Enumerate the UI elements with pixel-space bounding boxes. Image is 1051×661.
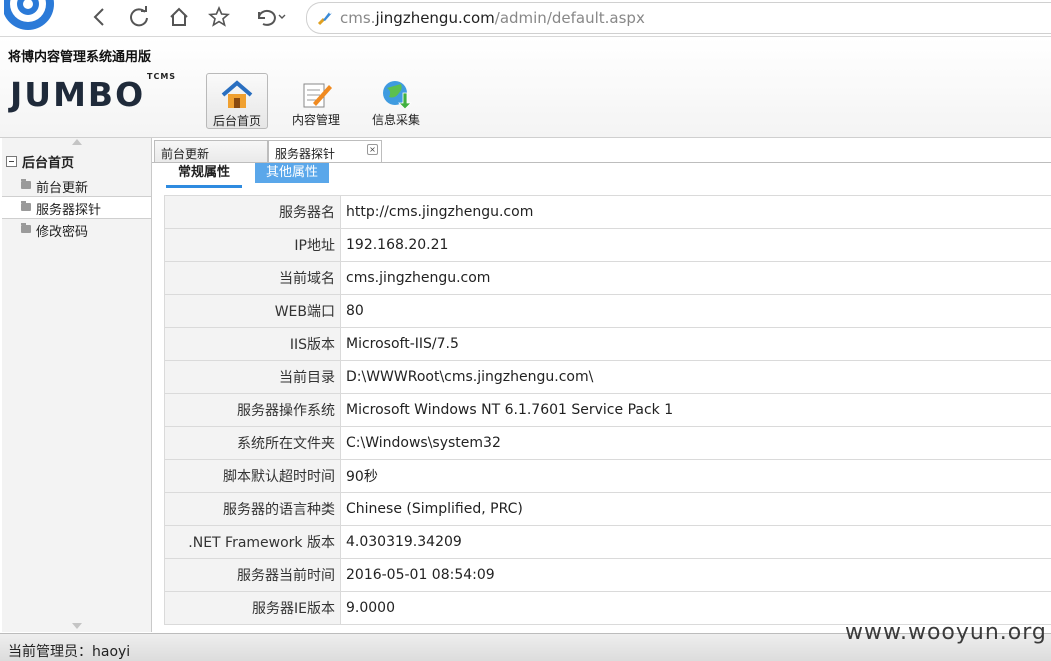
folder-icon: [21, 181, 31, 189]
back-button[interactable]: [86, 4, 112, 30]
property-key: WEB端口: [165, 295, 341, 328]
sidebar-item-server-probe[interactable]: 服务器探针: [2, 196, 151, 219]
table-row: 脚本默认超时时间90秒: [165, 460, 1051, 493]
home-outline-icon: [168, 6, 190, 28]
property-key: 服务器当前时间: [165, 559, 341, 592]
star-icon: [208, 6, 230, 28]
property-value: Microsoft Windows NT 6.1.7601 Service Pa…: [341, 394, 1051, 427]
property-key: 服务器的语言种类: [165, 493, 341, 526]
app-title: 将博内容管理系统通用版: [8, 46, 151, 65]
tab-server-probe[interactable]: 服务器探针 ×: [268, 140, 382, 163]
browser-logo-icon: [4, 0, 66, 34]
scroll-down-arrow-icon[interactable]: [72, 623, 82, 629]
sidebar-item-label: 修改密码: [36, 221, 88, 240]
property-value: Chinese (Simplified, PRC): [341, 493, 1051, 526]
subtab-other[interactable]: 其他属性: [255, 163, 329, 183]
topnav-collect-label: 信息采集: [372, 113, 420, 127]
table-row: IIS版本Microsoft-IIS/7.5: [165, 328, 1051, 361]
table-row: 服务器当前时间2016-05-01 08:54:09: [165, 559, 1051, 592]
address-bar[interactable]: cms.jingzhengu.com/admin/default.aspx: [306, 2, 1051, 34]
undo-button[interactable]: [252, 4, 288, 30]
table-row: 服务器操作系统Microsoft Windows NT 6.1.7601 Ser…: [165, 394, 1051, 427]
property-key: 服务器IE版本: [165, 592, 341, 625]
tab-label: 服务器探针: [275, 145, 335, 162]
property-key: 服务器名: [165, 196, 341, 229]
home-icon: [220, 80, 254, 110]
property-key: .NET Framework 版本: [165, 526, 341, 559]
table-row: 服务器名http://cms.jingzhengu.com: [165, 196, 1051, 229]
table-row: 当前域名cms.jingzhengu.com: [165, 262, 1051, 295]
topnav-collect[interactable]: 信息采集: [366, 73, 426, 127]
site-rocket-icon: [315, 8, 335, 28]
sidebar-root-home[interactable]: 后台首页: [6, 152, 74, 171]
chevron-left-icon: [92, 7, 106, 27]
browser-toolbar: cms.jingzhengu.com/admin/default.aspx: [0, 0, 1051, 37]
table-row: 系统所在文件夹C:\Windows\system32: [165, 427, 1051, 460]
globe-download-icon: [379, 79, 413, 109]
scroll-up-arrow-icon[interactable]: [72, 139, 82, 145]
property-value: Microsoft-IIS/7.5: [341, 328, 1051, 361]
favorite-button[interactable]: [206, 4, 232, 30]
table-row: 当前目录D:\WWWRoot\cms.jingzhengu.com\: [165, 361, 1051, 394]
folder-icon: [21, 203, 31, 211]
folder-icon: [21, 225, 31, 233]
home-button[interactable]: [166, 4, 192, 30]
server-properties-table: 服务器名http://cms.jingzhengu.comIP地址192.168…: [164, 195, 1051, 625]
table-row: WEB端口80: [165, 295, 1051, 328]
property-value: 2016-05-01 08:54:09: [341, 559, 1051, 592]
logo-badge: TCMS: [147, 72, 176, 81]
property-key: IIS版本: [165, 328, 341, 361]
sidebar-item-frontend-update[interactable]: 前台更新: [2, 175, 151, 196]
address-url[interactable]: cms.jingzhengu.com/admin/default.aspx: [340, 9, 645, 27]
property-key: 脚本默认超时时间: [165, 460, 341, 493]
sidebar-item-change-password[interactable]: 修改密码: [2, 219, 151, 240]
table-row: .NET Framework 版本4.030319.34209: [165, 526, 1051, 559]
logo-text: JUMBO: [10, 75, 145, 114]
collapse-icon[interactable]: [6, 156, 17, 167]
edit-icon: [299, 79, 333, 109]
property-key: 系统所在文件夹: [165, 427, 341, 460]
property-value: 90秒: [341, 460, 1051, 493]
topnav-home-label: 后台首页: [213, 114, 261, 128]
sidebar-item-label: 前台更新: [36, 177, 88, 196]
watermark: www.wooyun.org: [845, 620, 1047, 645]
sidebar-root-label: 后台首页: [22, 152, 74, 171]
close-icon[interactable]: ×: [367, 144, 378, 155]
property-key: 当前目录: [165, 361, 341, 394]
table-row: IP地址192.168.20.21: [165, 229, 1051, 262]
refresh-icon: [128, 6, 150, 28]
table-row: 服务器的语言种类Chinese (Simplified, PRC): [165, 493, 1051, 526]
tab-frontend-update[interactable]: 前台更新: [154, 140, 268, 163]
sidebar-item-label: 服务器探针: [36, 199, 101, 218]
property-key: 当前域名: [165, 262, 341, 295]
property-value: D:\WWWRoot\cms.jingzhengu.com\: [341, 361, 1051, 394]
property-value: cms.jingzhengu.com: [341, 262, 1051, 295]
main-content: 常规属性 其他属性 服务器名http://cms.jingzhengu.comI…: [152, 163, 1051, 633]
current-admin-text: 当前管理员：haoyi: [8, 641, 130, 661]
jumbo-logo: JUMBO TCMS: [10, 75, 145, 114]
topnav-content[interactable]: 内容管理: [286, 73, 346, 127]
tab-label: 前台更新: [161, 145, 209, 162]
property-value: 4.030319.34209: [341, 526, 1051, 559]
app-header: 将博内容管理系统通用版 JUMBO TCMS 后台首页 内容管理 信息采集: [0, 37, 1051, 138]
property-value: 80: [341, 295, 1051, 328]
property-key: IP地址: [165, 229, 341, 262]
topnav-content-label: 内容管理: [292, 113, 340, 127]
property-key: 服务器操作系统: [165, 394, 341, 427]
property-value: C:\Windows\system32: [341, 427, 1051, 460]
tab-bar: 前台更新 服务器探针 ×: [152, 138, 1051, 163]
undo-icon: [253, 6, 287, 28]
subtab-general[interactable]: 常规属性: [166, 163, 242, 188]
refresh-button[interactable]: [126, 4, 152, 30]
property-value: http://cms.jingzhengu.com: [341, 196, 1051, 229]
sidebar: 后台首页 前台更新 服务器探针 修改密码: [2, 138, 152, 632]
property-value: 192.168.20.21: [341, 229, 1051, 262]
topnav-home[interactable]: 后台首页: [206, 73, 268, 129]
